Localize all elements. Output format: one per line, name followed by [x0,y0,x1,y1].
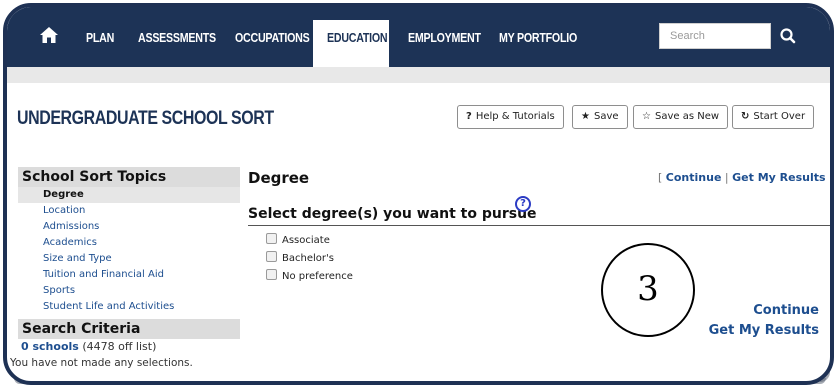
help-circle-icon[interactable]: ? [515,196,531,212]
top-navigation: PLAN ASSESSMENTS OCCUPATIONS EDUCATION E… [7,7,830,67]
start-over-button[interactable]: ↻ Start Over [732,105,815,129]
top-links: [ Continue | Get My Results ] [658,171,834,184]
option-no-preference[interactable]: No preference [266,269,353,283]
get-results-link-top[interactable]: Get My Results [732,171,825,184]
subnav-bar [7,67,830,83]
home-icon[interactable] [39,25,59,45]
question-icon: ? [466,111,472,122]
option-label: Bachelor's [282,253,334,264]
link-separator: | [724,171,729,184]
help-label: Help & Tutorials [475,111,555,122]
schools-count-link[interactable]: 0 schools [21,340,79,353]
save-button[interactable]: ★ Save [572,105,628,129]
sidebar-item-location[interactable]: Location [18,203,240,219]
question-heading: Select degree(s) you want to pursue [248,206,537,222]
bracket-close: ] [829,171,834,184]
sidebar-item-tuition[interactable]: Tuition and Financial Aid [18,267,240,283]
step-callout: 3 [601,243,695,337]
nav-employment[interactable]: EMPLOYMENT [408,30,481,45]
page-title: UNDERGRADUATE SCHOOL SORT [17,108,274,129]
option-label: Associate [282,235,330,246]
sidebar-item-sports[interactable]: Sports [18,283,240,299]
topics-header: School Sort Topics [18,167,240,187]
nav-education: EDUCATION [327,30,388,45]
nav-plan[interactable]: PLAN [86,30,114,45]
search-button[interactable] [771,23,805,49]
help-tutorials-button[interactable]: ? Help & Tutorials [457,105,564,129]
nav-occupations[interactable]: OCCUPATIONS [235,30,310,45]
checkbox-bachelors[interactable] [266,251,277,262]
bracket-open: [ [658,171,663,184]
off-list-count: (4478 off list) [82,340,157,353]
sidebar-item-academics[interactable]: Academics [18,235,240,251]
continue-link-top[interactable]: Continue [666,171,722,184]
section-title: Degree [248,169,310,187]
search-input[interactable]: Search [659,23,771,49]
start-over-label: Start Over [753,111,806,122]
sidebar: School Sort Topics Degree Location Admis… [10,167,240,371]
checkbox-associate[interactable] [266,233,277,244]
save-label: Save [593,111,619,122]
refresh-icon: ↻ [741,111,750,122]
option-bachelors[interactable]: Bachelor's [266,251,334,265]
continue-link-bottom[interactable]: Continue [753,303,819,318]
no-selection-note: You have not made any selections. [10,357,193,369]
sidebar-item-student-life[interactable]: Student Life and Activities [18,299,240,315]
save-as-new-label: Save as New [654,111,720,122]
sidebar-item-degree[interactable]: Degree [18,187,240,203]
schools-count: 0 schools (4478 off list) [18,339,240,355]
nav-my-portfolio[interactable]: MY PORTFOLIO [499,30,577,45]
nav-education-tab[interactable]: EDUCATION [313,20,389,67]
sidebar-item-admissions[interactable]: Admissions [18,219,240,235]
nav-assessments[interactable]: ASSESSMENTS [138,30,216,45]
option-label: No preference [282,271,353,282]
question-row: Select degree(s) you want to pursue ? [248,196,830,226]
criteria-header: Search Criteria [18,319,240,339]
save-as-new-button[interactable]: ☆ Save as New [633,105,729,129]
star-icon: ★ [581,111,590,122]
star-outline-icon: ☆ [642,111,651,122]
search-icon [780,28,796,44]
checkbox-no-preference[interactable] [266,269,277,280]
screenshot-frame: PLAN ASSESSMENTS OCCUPATIONS EDUCATION E… [3,3,834,385]
option-associate[interactable]: Associate [266,233,330,247]
get-results-link-bottom[interactable]: Get My Results [709,323,819,338]
sidebar-item-size-and-type[interactable]: Size and Type [18,251,240,267]
